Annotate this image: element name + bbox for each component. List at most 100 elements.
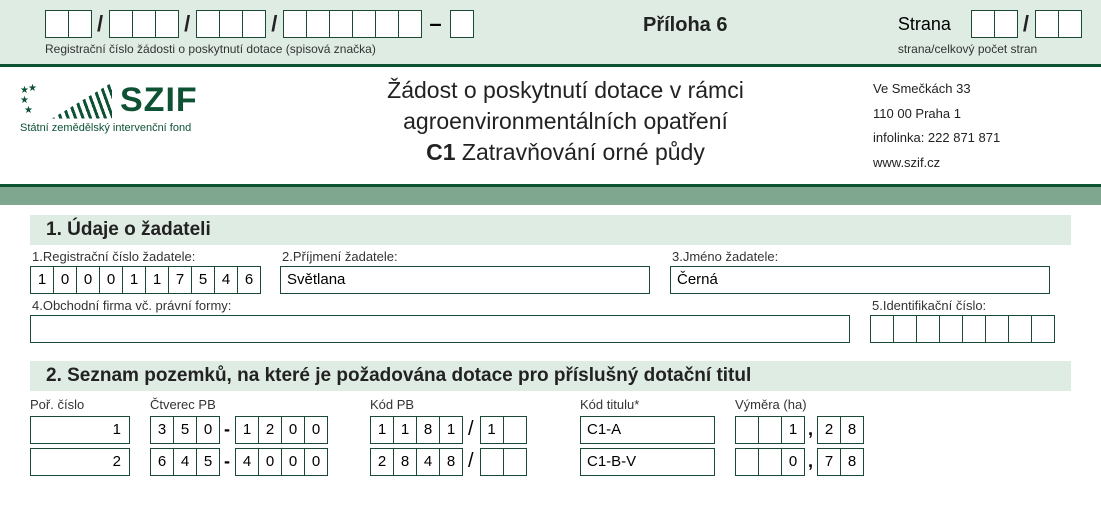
por-cislo[interactable]: 1 — [30, 416, 130, 444]
id-cell[interactable] — [870, 315, 894, 343]
reg-cell[interactable] — [352, 10, 376, 38]
kod-cell[interactable] — [503, 448, 527, 476]
vymera-cell[interactable]: 1 — [781, 416, 805, 444]
id-cell[interactable] — [1008, 315, 1032, 343]
reg-applicant-cell[interactable]: 6 — [237, 266, 261, 294]
company-input[interactable] — [30, 315, 850, 343]
page-total-cell[interactable] — [1058, 10, 1082, 38]
ctverec-cell[interactable]: 2 — [258, 416, 282, 444]
kod-cell[interactable] — [503, 416, 527, 444]
vymera-cell[interactable]: 8 — [840, 416, 864, 444]
reg-cell[interactable] — [68, 10, 92, 38]
vymera-cell[interactable]: 7 — [817, 448, 841, 476]
slash-sep: / — [178, 11, 196, 37]
page-cell[interactable] — [971, 10, 995, 38]
vymera-cell[interactable] — [758, 416, 782, 444]
ctverec-cell[interactable]: 0 — [258, 448, 282, 476]
ctverec-cell[interactable]: 0 — [281, 448, 305, 476]
reg-cell[interactable] — [283, 10, 307, 38]
reg-cell[interactable] — [375, 10, 399, 38]
reg-applicant-cell[interactable]: 0 — [99, 266, 123, 294]
dash-sep: - — [219, 451, 235, 472]
ctverec-cell[interactable]: 5 — [196, 448, 220, 476]
kod-cell[interactable]: 8 — [439, 448, 463, 476]
id-cell[interactable] — [985, 315, 1009, 343]
page-cell[interactable] — [994, 10, 1018, 38]
col-kod: Kód PB — [370, 397, 560, 412]
reg-cell[interactable] — [196, 10, 220, 38]
field-surname: 2.Příjmení žadatele: Světlana — [280, 249, 650, 294]
reg-cell[interactable] — [329, 10, 353, 38]
addr-line: www.szif.cz — [873, 151, 1081, 176]
kod-cell[interactable]: 2 — [370, 448, 394, 476]
page-total-cell[interactable] — [1035, 10, 1059, 38]
field-label: 5.Identifikační číslo: — [872, 298, 1054, 313]
reg-cell[interactable] — [132, 10, 156, 38]
kod-cell[interactable]: 1 — [480, 416, 504, 444]
ctverec-cell[interactable]: 0 — [196, 416, 220, 444]
vymera-cell[interactable]: 0 — [781, 448, 805, 476]
header-row: ★ ★ ★ ★ SZIF Státní zemědělský intervenč… — [0, 67, 1101, 184]
kod-cell[interactable]: 8 — [393, 448, 417, 476]
reg-cell[interactable] — [219, 10, 243, 38]
kod-cell[interactable]: 1 — [439, 416, 463, 444]
kod-cell[interactable]: 4 — [416, 448, 440, 476]
kod-titulu-input[interactable]: C1-B-V — [580, 448, 715, 476]
ctverec-cell[interactable]: 0 — [281, 416, 305, 444]
col-vymera: Výměra (ha) — [735, 397, 870, 412]
id-cell[interactable] — [893, 315, 917, 343]
reg-cell[interactable] — [45, 10, 69, 38]
logo-text: SZIF — [120, 81, 198, 120]
title-line2: agroenvironmentálních opatření — [270, 106, 861, 137]
id-cell[interactable] — [962, 315, 986, 343]
ctverec-cell[interactable]: 6 — [150, 448, 174, 476]
reg-applicant-cell[interactable]: 5 — [191, 266, 215, 294]
ctverec-cell[interactable]: 4 — [235, 448, 259, 476]
ctverec-cell[interactable]: 0 — [304, 416, 328, 444]
reg-applicant-cell[interactable]: 0 — [53, 266, 77, 294]
page-caption: strana/celkový počet stran — [898, 42, 1037, 56]
reg-applicant-cell[interactable]: 1 — [145, 266, 169, 294]
vymera-cell[interactable] — [758, 448, 782, 476]
slash-sep: / — [265, 11, 283, 37]
reg-cell[interactable] — [306, 10, 330, 38]
ctverec-cell[interactable]: 0 — [304, 448, 328, 476]
id-cell[interactable] — [916, 315, 940, 343]
reg-applicant-cell[interactable]: 0 — [76, 266, 100, 294]
id-cell[interactable] — [939, 315, 963, 343]
title-code: C1 — [426, 139, 455, 165]
field-label: 3.Jméno žadatele: — [672, 249, 1050, 264]
por-cislo[interactable]: 2 — [30, 448, 130, 476]
ctverec-cell[interactable]: 3 — [150, 416, 174, 444]
reg-cell[interactable] — [109, 10, 133, 38]
vymera-cell[interactable]: 8 — [840, 448, 864, 476]
reg-applicant-cell[interactable]: 4 — [214, 266, 238, 294]
id-cell[interactable] — [1031, 315, 1055, 343]
kod-cell[interactable]: 1 — [393, 416, 417, 444]
reg-cell[interactable] — [398, 10, 422, 38]
reg-cell[interactable] — [242, 10, 266, 38]
kod-cell[interactable] — [480, 448, 504, 476]
reg-cell[interactable] — [155, 10, 179, 38]
reg-applicant-cell[interactable]: 7 — [168, 266, 192, 294]
title-line3: C1 Zatravňování orné půdy — [270, 137, 861, 168]
surname-input[interactable]: Světlana — [280, 266, 650, 294]
vymera-cell[interactable] — [735, 448, 759, 476]
firstname-input[interactable]: Černá — [670, 266, 1050, 294]
ctverec-cell[interactable]: 5 — [173, 416, 197, 444]
ctverec-cell[interactable]: 1 — [235, 416, 259, 444]
kod-cell[interactable]: 8 — [416, 416, 440, 444]
title-line3-rest: Zatravňování orné půdy — [456, 139, 705, 165]
section-2-title: 2. Seznam pozemků, na které je požadován… — [30, 361, 1071, 391]
field-id-number: 5.Identifikační číslo: — [870, 298, 1054, 343]
kod-titulu-input[interactable]: C1-A — [580, 416, 715, 444]
reg-applicant-cell[interactable]: 1 — [122, 266, 146, 294]
addr-line: infolinka: 222 871 871 — [873, 126, 1081, 151]
ctverec-cell[interactable]: 4 — [173, 448, 197, 476]
vymera-cell[interactable]: 2 — [817, 416, 841, 444]
vymera-cell[interactable] — [735, 416, 759, 444]
reg-applicant-cell[interactable]: 1 — [30, 266, 54, 294]
dash-sep: – — [421, 11, 449, 37]
kod-cell[interactable]: 1 — [370, 416, 394, 444]
reg-cell[interactable] — [450, 10, 474, 38]
